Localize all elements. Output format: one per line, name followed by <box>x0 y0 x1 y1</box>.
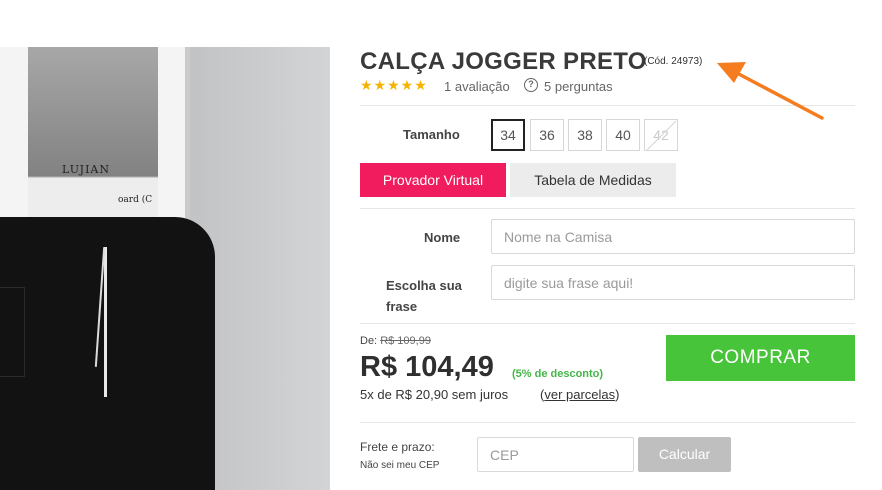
rating-stars-icon[interactable]: ★★★★★ <box>360 77 428 94</box>
divider <box>360 422 855 423</box>
old-price: R$ 109,99 <box>380 335 431 347</box>
phrase-label-line2: frase <box>386 299 418 314</box>
discount-badge: (5% de desconto) <box>512 368 604 380</box>
old-price-label: De: <box>360 335 378 347</box>
size-option-42: 42 <box>644 119 678 151</box>
phrase-label-line1: Escolha sua <box>386 278 462 293</box>
size-option-40[interactable]: 40 <box>606 119 640 151</box>
phrase-label: Escolha sua frase <box>386 275 462 317</box>
arrow-shaft <box>733 70 824 120</box>
current-price: R$ 104,49 <box>360 351 494 383</box>
buy-button[interactable]: COMPRAR <box>666 335 855 381</box>
paren-close: ) <box>615 387 620 402</box>
unavailable-slash <box>646 120 677 151</box>
hoodie-print-text: LUJIAN <box>62 163 111 176</box>
size-option-38[interactable]: 38 <box>568 119 602 151</box>
product-title: CALÇA JOGGER PRETO <box>360 48 647 75</box>
name-input[interactable] <box>491 219 855 254</box>
questions-count[interactable]: 5 perguntas <box>544 79 613 94</box>
arrow-head <box>717 62 746 83</box>
product-code: (Cód. 24973) <box>644 56 703 67</box>
size-option-36[interactable]: 36 <box>530 119 564 151</box>
unknown-cep-link[interactable]: Não sei meu CEP <box>360 460 439 471</box>
hoodie-print-text-small: oard (C <box>118 195 153 205</box>
calculate-shipping-button[interactable]: Calcular <box>638 437 731 472</box>
product-image: LUJIAN oard (C <box>0 47 330 490</box>
old-price-line: De: R$ 109,99 <box>360 335 431 347</box>
cep-input[interactable] <box>477 437 634 472</box>
size-chart-button[interactable]: Tabela de Medidas <box>510 163 676 197</box>
pants <box>0 217 215 490</box>
divider <box>360 323 855 324</box>
size-label: Tamanho <box>403 127 460 142</box>
shipping-label: Frete e prazo: <box>360 440 435 454</box>
question-bubble-icon: ? <box>524 78 538 92</box>
view-installments-link[interactable]: ver parcelas <box>544 387 615 402</box>
divider <box>360 105 855 106</box>
installments-text: 5x de R$ 20,90 sem juros <box>360 387 509 402</box>
divider <box>360 208 855 209</box>
pants-pocket <box>0 287 25 377</box>
name-label: Nome <box>424 230 461 245</box>
installments-link-wrapper: (ver parcelas) <box>540 387 620 402</box>
virtual-fitting-button[interactable]: Provador Virtual <box>360 163 506 197</box>
reviews-count[interactable]: 1 avaliação <box>444 79 510 94</box>
phrase-input[interactable] <box>491 265 855 300</box>
size-option-34[interactable]: 34 <box>491 119 525 151</box>
drawstring <box>104 247 107 397</box>
